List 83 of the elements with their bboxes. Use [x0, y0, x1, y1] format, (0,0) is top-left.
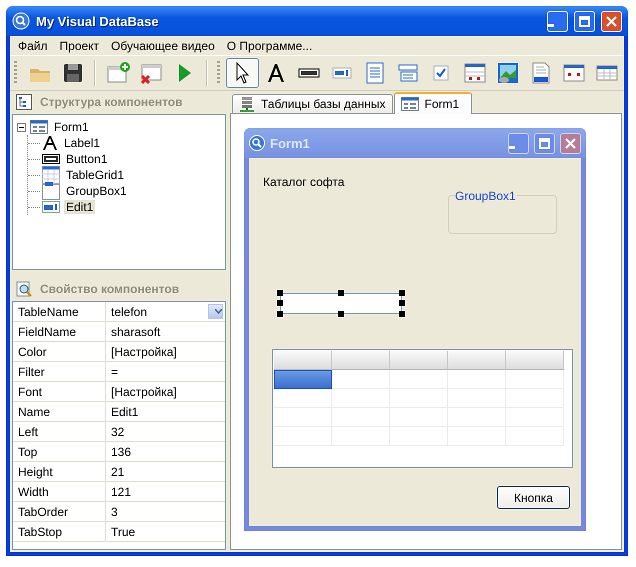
close-icon — [565, 138, 576, 148]
property-name: Height — [17, 464, 54, 480]
input-field[interactable] — [280, 293, 402, 314]
collapse-toggle[interactable] — [17, 122, 26, 132]
maximize-icon — [539, 138, 550, 148]
label-text: Каталог софта — [263, 175, 344, 189]
minimize-icon — [548, 24, 554, 26]
chevron-down-icon[interactable] — [214, 309, 222, 314]
tree-item[interactable]: Form1 — [52, 120, 91, 134]
property-name: FieldName — [17, 324, 78, 340]
minimize-button[interactable] — [508, 132, 529, 154]
close-button[interactable] — [560, 132, 581, 154]
window-title: My Visual DataBase — [36, 14, 160, 28]
letter-a-icon — [42, 135, 58, 151]
resize-handle[interactable] — [277, 300, 283, 306]
column-header[interactable] — [506, 351, 564, 370]
groupbox-title: GroupBox1 — [455, 189, 517, 203]
grid-window-icon[interactable] — [462, 61, 487, 85]
window-add-icon[interactable] — [106, 61, 130, 85]
property-name: Name — [17, 404, 52, 420]
panel-title: Структура компонентов — [40, 95, 182, 109]
form-button[interactable]: Кнопка — [497, 486, 570, 509]
tree-item[interactable]: Edit1 — [64, 200, 96, 214]
tab[interactable]: Form1 — [394, 92, 472, 114]
maximize-icon — [579, 16, 590, 26]
menu-item[interactable]: Проект — [54, 38, 106, 52]
panel-title: Свойство компонентов — [40, 282, 180, 296]
property-value[interactable]: [Настройка] — [105, 342, 225, 361]
menu-item[interactable]: Файл — [12, 38, 54, 52]
close-icon — [606, 16, 617, 26]
minimize-icon — [509, 146, 515, 148]
property-name: Left — [17, 424, 40, 440]
property-name: TableName — [17, 304, 80, 320]
groupbox-icon — [42, 182, 60, 200]
property-name: Width — [17, 484, 50, 500]
property-name: TabStop — [17, 524, 64, 540]
property-value[interactable]: 3 — [105, 502, 225, 521]
property-value[interactable]: 121 — [105, 482, 225, 501]
property-value[interactable]: 21 — [105, 462, 225, 481]
app-icon — [12, 12, 30, 30]
tree-item[interactable]: TableGrid1 — [64, 168, 126, 182]
tree-item[interactable]: Button1 — [64, 152, 110, 166]
property-name: Top — [17, 444, 38, 460]
property-value[interactable]: 32 — [105, 422, 225, 441]
property-name: Color — [17, 344, 48, 360]
property-value[interactable]: [Настройка] — [105, 382, 225, 401]
form-title: Form1 — [270, 136, 311, 150]
property-dropdown[interactable]: telefon — [105, 302, 225, 321]
structure-icon — [16, 94, 32, 110]
app-icon — [249, 135, 265, 151]
tree-item[interactable]: GroupBox1 — [64, 184, 129, 198]
column-header[interactable] — [448, 351, 506, 370]
resize-handle[interactable] — [399, 311, 405, 317]
resize-handle[interactable] — [277, 290, 283, 296]
table-cell[interactable] — [274, 370, 332, 389]
table-icon — [42, 166, 60, 184]
image-icon[interactable] — [496, 61, 520, 85]
menu-item[interactable]: О Программе... — [220, 38, 318, 52]
column-header[interactable] — [332, 351, 390, 370]
resize-handle[interactable] — [338, 311, 344, 317]
property-value[interactable]: Edit1 — [105, 402, 225, 421]
menu-item[interactable]: Обучающее видео — [105, 38, 221, 52]
form-icon — [30, 120, 48, 134]
tab[interactable]: Таблицы базы данных — [232, 94, 392, 113]
form-icon — [400, 97, 418, 111]
resize-handle[interactable] — [399, 290, 405, 296]
column-header[interactable] — [390, 351, 448, 370]
resize-handle[interactable] — [277, 311, 283, 317]
property-name: TabOrder — [17, 504, 70, 520]
property-value[interactable]: True — [105, 522, 225, 541]
maximize-button[interactable] — [534, 132, 555, 154]
resize-handle[interactable] — [338, 290, 344, 296]
tree-item[interactable]: Label1 — [62, 136, 102, 150]
magnifier-icon — [16, 281, 32, 297]
ok-button-icon — [42, 154, 60, 164]
resize-handle[interactable] — [399, 300, 405, 306]
property-name: Font — [17, 384, 44, 400]
text-field-icon — [42, 201, 60, 213]
property-value[interactable]: = — [105, 362, 225, 381]
property-value[interactable]: 136 — [105, 442, 225, 461]
column-header[interactable] — [274, 351, 332, 370]
property-value[interactable]: sharasoft — [105, 322, 225, 341]
property-name: Filter — [17, 364, 46, 380]
